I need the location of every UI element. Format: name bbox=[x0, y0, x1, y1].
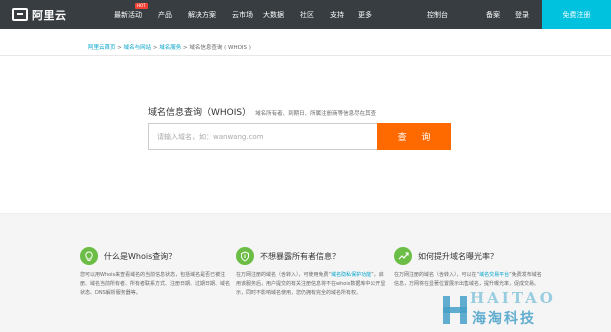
free-register-button[interactable]: 免费注册 bbox=[542, 0, 611, 29]
logo-text: 阿里云 bbox=[32, 8, 67, 22]
search-button[interactable]: 查 询 bbox=[377, 123, 451, 150]
nav-more[interactable]: 更多 bbox=[358, 10, 372, 20]
header-divider bbox=[0, 55, 611, 56]
feature-card-whois: 什么是Whois查询？ 您可以用Whois来查看域名的当前信息状态，包括域名是否… bbox=[80, 247, 230, 298]
login-link-wrap: 登录 bbox=[515, 0, 529, 29]
watermark-h-icon bbox=[443, 296, 467, 324]
privacy-protection-link[interactable]: 域名隐私保护功能 bbox=[331, 272, 371, 278]
lightbulb-icon bbox=[80, 247, 98, 265]
feature-title: 如何提升域名曝光率？ bbox=[418, 251, 498, 261]
watermark-chinese: 海淘科技 bbox=[472, 311, 536, 327]
breadcrumb-current: 域名信息查询 ( WHOIS ) bbox=[189, 45, 251, 51]
watermark-latin: HAITAO bbox=[470, 289, 556, 307]
search-heading: 域名信息查询（WHOIS） 域名所有者、到期日、所属注册商等信息尽在其查 bbox=[148, 105, 376, 118]
aliyun-logo[interactable]: 阿里云 bbox=[12, 7, 67, 22]
nav-latest-events[interactable]: 最新活动 HOT bbox=[114, 2, 148, 20]
feature-head: 如何提升域名曝光率？ bbox=[394, 247, 542, 265]
hot-badge: HOT bbox=[135, 2, 148, 9]
nav-community[interactable]: 社区 bbox=[300, 10, 314, 20]
feature-title: 不想暴露所有者信息？ bbox=[260, 251, 340, 261]
nav-label: 最新活动 bbox=[114, 10, 142, 19]
domain-trading-link[interactable]: 域名交易平台 bbox=[479, 272, 509, 278]
nav-products[interactable]: 产品 bbox=[158, 10, 172, 20]
filing-link-wrap: 备案 bbox=[486, 0, 500, 29]
feature-description: 您可以用Whois来查看域名的当前信息状态，包括域名是否已被注册、域名当前所有者… bbox=[80, 272, 231, 296]
breadcrumb-home[interactable]: 阿里云首页 bbox=[88, 45, 116, 51]
search-title: 域名信息查询（WHOIS） bbox=[148, 108, 252, 118]
main-nav: 最新活动 HOT 产品 解决方案 云市场 大数据 社区 支持 更多 bbox=[110, 0, 372, 29]
console-link[interactable]: 控制台 bbox=[427, 10, 448, 20]
feature-description: 在万网注册的域名（含转入），可以在“域名交易平台”免费发布域名信息，万网将在显著… bbox=[394, 271, 542, 289]
feature-card-privacy: 不想暴露所有者信息？ 在万网注册的域名（含转入），可使用免费“域名隐私保护功能”… bbox=[236, 247, 386, 298]
nav-solutions[interactable]: 解决方案 bbox=[188, 10, 216, 20]
breadcrumb: 阿里云首页 > 域名与网站 > 域名服务 > 域名信息查询 ( WHOIS ) bbox=[88, 43, 251, 51]
search-subtitle: 域名所有者、到期日、所属注册商等信息尽在其查 bbox=[255, 111, 377, 117]
login-link[interactable]: 登录 bbox=[515, 10, 529, 20]
haitao-watermark: HAITAO 海淘科技 bbox=[440, 289, 611, 332]
feature-desc-text: 在万网注册的域名（含转入），可以在“ bbox=[394, 272, 480, 278]
feature-desc-text: 在万网注册的域名（含转入），可使用免费“ bbox=[236, 272, 332, 278]
top-navigation-bar: 阿里云 最新活动 HOT 产品 解决方案 云市场 大数据 社区 支持 更多 控制… bbox=[0, 0, 611, 29]
trend-up-icon bbox=[394, 247, 412, 265]
filing-link[interactable]: 备案 bbox=[486, 10, 500, 20]
feature-head: 什么是Whois查询？ bbox=[80, 247, 230, 265]
domain-search-input[interactable] bbox=[148, 123, 377, 150]
nav-big-data[interactable]: 大数据 bbox=[263, 10, 284, 20]
feature-description: 在万网注册的域名（含转入），可使用免费“域名隐私保护功能”。启用该服务后，用户提… bbox=[236, 271, 386, 298]
breadcrumb-domains-websites[interactable]: 域名与网站 bbox=[124, 45, 152, 51]
feature-card-exposure: 如何提升域名曝光率？ 在万网注册的域名（含转入），可以在“域名交易平台”免费发布… bbox=[394, 247, 542, 289]
breadcrumb-domain-service[interactable]: 域名服务 bbox=[159, 45, 181, 51]
aliyun-logo-icon bbox=[12, 8, 28, 21]
console-link-wrap: 控制台 bbox=[427, 0, 448, 29]
feature-title: 什么是Whois查询？ bbox=[104, 251, 177, 261]
nav-marketplace[interactable]: 云市场 bbox=[232, 10, 253, 20]
nav-support[interactable]: 支持 bbox=[330, 10, 344, 20]
shield-icon bbox=[236, 247, 254, 265]
feature-head: 不想暴露所有者信息？ bbox=[236, 247, 386, 265]
